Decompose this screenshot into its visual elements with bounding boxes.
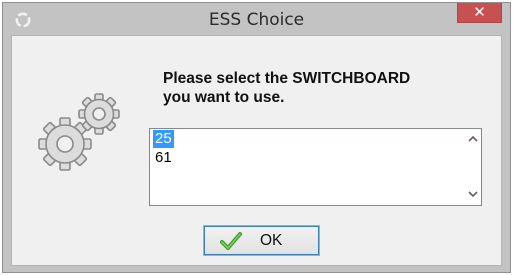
list-item-61[interactable]: 61 [153,149,174,167]
switchboard-listbox[interactable]: 25 61 [149,128,482,206]
ok-button-label: OK [260,232,283,249]
dialog-window: ESS Choice ✕ Please select the SWITCHBOA… [2,2,511,273]
close-icon: ✕ [473,3,486,21]
close-button[interactable]: ✕ [457,3,502,23]
list-item-25[interactable]: 25 [153,130,174,148]
dialog-body: Please select the SWITCHBOARD you want t… [11,35,502,266]
gears-icon [35,92,123,174]
scroll-down-icon[interactable] [464,186,481,203]
prompt-line-1: Please select the SWITCHBOARD [163,70,411,87]
vertical-scrollbar[interactable] [464,129,481,205]
title-bar[interactable]: ESS Choice ✕ [3,3,510,35]
prompt-text: Please select the SWITCHBOARD you want t… [163,69,483,107]
prompt-line-2: you want to use. [163,89,285,106]
window-title: ESS Choice [208,10,305,30]
scroll-up-icon[interactable] [464,131,481,148]
ok-button[interactable]: OK [203,225,320,256]
checkmark-icon [220,232,242,250]
